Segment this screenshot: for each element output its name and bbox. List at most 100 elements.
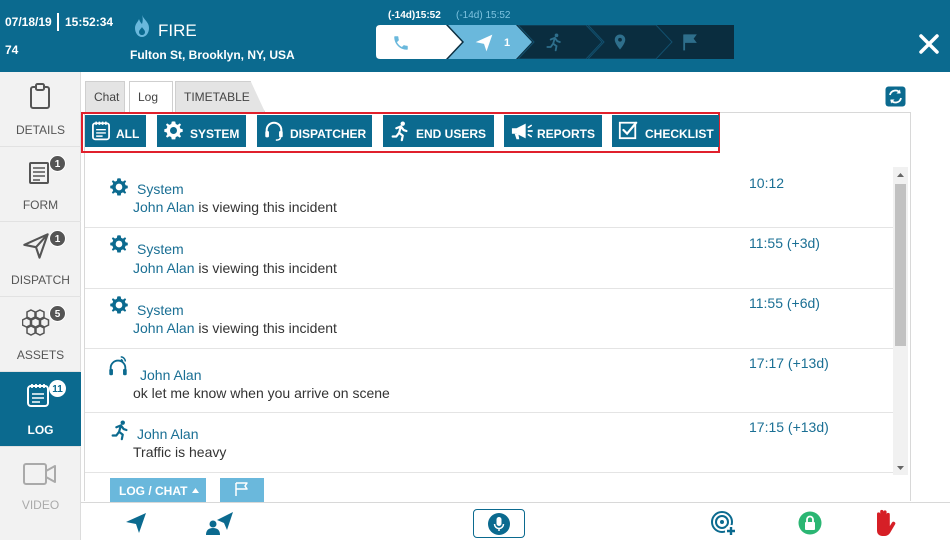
log-entry-message: John Alan is viewing this incident [133,320,337,336]
target-add-icon[interactable] [710,510,738,538]
log-entry-source: John Alan [140,367,202,383]
incident-address: Fulton St, Brooklyn, NY, USA [130,48,295,62]
log-entry-time: 11:55 (+3d) [749,235,820,251]
nav-item-assets[interactable]: 5 ASSETS [0,297,81,372]
dispatch-count: 1 [504,37,511,49]
log-entry: System 11:55 (+6d) John Alan is viewing … [85,289,893,349]
nav-item-form[interactable]: 1 FORM [0,147,81,222]
log-entry-message: John Alan is viewing this incident [133,199,337,215]
megaphone-icon [510,120,534,142]
incident-time: 15:52:34 [65,15,114,29]
send-icon[interactable] [123,511,149,535]
log-entry-time: 17:15 (+13d) [749,419,829,435]
side-navigation: DETAILS 1 FORM 1 DISPATCH 5 ASSETS 11 LO… [0,72,81,540]
log-entry-source: System [137,181,184,197]
status-timestamp-secondary: (-14d) 15:52 [456,10,511,21]
refresh-icon[interactable] [885,86,906,107]
lock-icon[interactable] [798,511,822,535]
incident-header: 07/18/19 15:52:34 74 FIRE Fulton St, Bro… [0,0,950,72]
nav-item-dispatch[interactable]: 1 DISPATCH [0,222,81,297]
nav-item-details[interactable]: DETAILS [0,72,81,147]
checklist-icon [618,120,638,140]
clipboard-icon [28,82,52,110]
incident-type: FIRE [158,21,197,40]
hexagons-icon [22,307,52,337]
filter-end-users-button[interactable]: END USERS [383,115,494,147]
filter-label: SYSTEM [190,127,240,141]
stop-hand-icon[interactable] [871,508,897,538]
log-scrollbar[interactable] [893,167,908,475]
log-entry-source: John Alan [137,426,199,442]
nav-label: VIDEO [21,498,60,512]
nav-label: DISPATCH [11,273,70,287]
log-entry-message: Traffic is heavy [133,444,227,460]
scroll-thumb[interactable] [895,184,906,346]
log-entry: John Alan 17:17 (+13d) ok let me know wh… [85,349,893,413]
form-badge: 1 [49,155,66,172]
filter-dispatcher-button[interactable]: DISPATCHER [257,115,372,147]
log-entry-text: is viewing this incident [194,260,337,276]
log-entry-source: System [137,241,184,257]
runner-icon [544,32,564,52]
tab-chat[interactable]: Chat [85,81,125,112]
log-entry-text: is viewing this incident [194,199,337,215]
filter-all-button[interactable]: ALL [85,115,146,147]
header-divider [57,13,59,31]
nav-label: ASSETS [16,348,65,362]
log-badge: 11 [49,380,66,397]
tab-timetable[interactable]: TIMETABLE [175,81,265,112]
log-entry: System 10:12 John Alan is viewing this i… [85,167,893,228]
assets-badge: 5 [49,305,66,322]
location-pin-icon [611,32,629,52]
nav-label: LOG [27,423,54,437]
log-entry-user: John Alan [133,199,195,215]
video-camera-icon [23,463,57,485]
microphone-icon [487,512,511,536]
gear-icon [163,120,184,141]
gear-icon [109,295,129,315]
filter-label: DISPATCHER [290,127,367,141]
gear-icon [109,177,129,197]
caret-up-icon [192,488,199,493]
log-icon [26,382,50,408]
filter-system-button[interactable]: SYSTEM [157,115,246,147]
log-entry-user: John Alan [133,260,195,276]
log-entry-source: System [137,302,184,318]
dispatch-badge: 1 [49,230,66,247]
log-entry: System 11:55 (+3d) John Alan is viewing … [85,228,893,289]
log-entry-message: ok let me know when you arrive on scene [133,385,390,401]
microphone-button[interactable] [473,509,525,538]
fire-icon [132,14,152,38]
headset-icon [107,355,129,379]
nav-label: FORM [22,198,59,212]
flag-icon [680,32,700,52]
send-icon [22,232,50,260]
log-chat-toggle-button[interactable]: LOG / CHAT [110,478,206,503]
flag-button[interactable] [220,478,264,503]
filter-reports-button[interactable]: REPORTS [504,115,602,147]
send-user-icon[interactable] [205,510,235,536]
runner-icon [109,419,131,441]
log-entry: John Alan 17:15 (+13d) Traffic is heavy [85,413,893,473]
tab-log[interactable]: Log [129,81,173,113]
close-icon[interactable] [918,33,940,55]
incident-number: 74 [5,43,19,57]
filter-label: END USERS [416,127,487,141]
phone-icon [392,34,410,52]
filter-label: REPORTS [537,127,596,141]
log-entry-time: 10:12 [749,175,785,191]
nav-item-video[interactable]: VIDEO [0,447,81,522]
send-icon [474,33,494,53]
log-entry-user: John Alan [133,320,195,336]
filter-label: CHECKLIST [645,127,714,141]
runner-icon [389,120,411,142]
scroll-down-arrow-icon[interactable] [893,463,908,473]
filter-checklist-button[interactable]: CHECKLIST [612,115,719,147]
log-entry-time: 17:17 (+13d) [749,355,829,371]
log-entry-time: 11:55 (+6d) [749,295,820,311]
nav-item-log[interactable]: 11 LOG [0,372,81,447]
headset-icon [263,120,285,142]
log-entry-text: is viewing this incident [194,320,337,336]
scroll-up-arrow-icon[interactable] [893,170,908,180]
log-list: System 10:12 John Alan is viewing this i… [85,167,893,474]
